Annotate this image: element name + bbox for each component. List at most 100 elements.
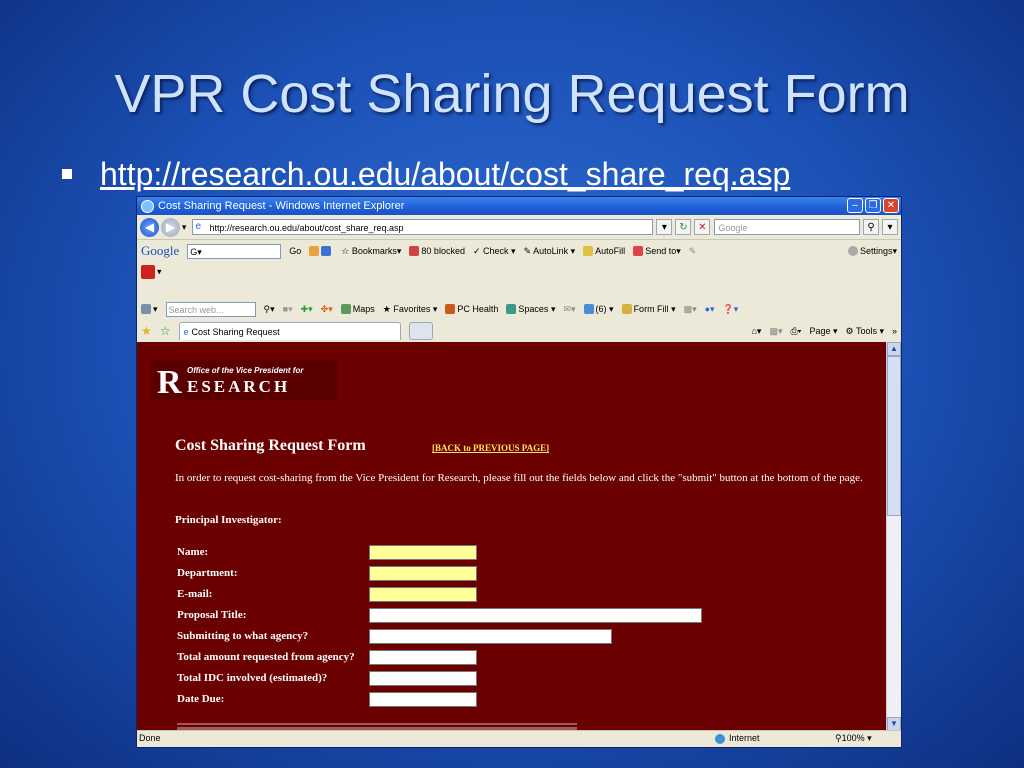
feeds-icon[interactable]: ▩▾: [769, 326, 782, 337]
back-to-previous-link[interactable]: [BACK to PREVIOUS PAGE]: [432, 443, 549, 453]
department-label: Department:: [177, 567, 238, 579]
department-field[interactable]: [369, 566, 477, 581]
tab-page-icon: e: [183, 326, 189, 337]
address-toolbar: ◀ ▶ ▾ e http://research.ou.edu/about/cos…: [137, 215, 901, 240]
pdf-icon[interactable]: ▾: [141, 265, 162, 279]
status-bar: Done Internet ⚲100% ▾: [137, 730, 901, 747]
vertical-scrollbar[interactable]: ▲ ▼: [886, 342, 901, 731]
google-settings-button[interactable]: Settings▾: [847, 246, 897, 257]
highlight-icon[interactable]: ■▾: [283, 304, 293, 315]
news-icon[interactable]: [309, 246, 320, 257]
contacts-button[interactable]: (6) ▾: [583, 304, 614, 315]
mail-icon[interactable]: ✉▾: [563, 304, 575, 315]
agency-label: Submitting to what agency?: [177, 630, 309, 642]
google-logo: Google: [141, 243, 180, 258]
email-label: E-mail:: [177, 588, 213, 600]
google-go-button[interactable]: Go: [289, 246, 301, 256]
idc-field[interactable]: [369, 671, 477, 686]
pen-icon[interactable]: ✎: [689, 246, 697, 257]
window-title: Cost Sharing Request - Windows Internet …: [158, 200, 405, 212]
name-label: Name:: [177, 546, 209, 558]
add-icon[interactable]: ✚▾: [301, 304, 313, 315]
date-due-label: Date Due:: [177, 693, 225, 705]
home-icon[interactable]: ⌂▾: [751, 326, 761, 337]
search-input[interactable]: Google: [714, 219, 861, 235]
formfill-button[interactable]: Form Fill ▾: [621, 304, 676, 315]
more-commands-button[interactable]: »: [892, 326, 897, 336]
close-button[interactable]: ✕: [883, 198, 899, 213]
add-favorite-icon[interactable]: ☆: [160, 324, 171, 338]
pchealth-button[interactable]: PC Health: [445, 304, 498, 315]
autofill-button[interactable]: AutoFill: [583, 246, 625, 257]
help-icon[interactable]: ❓▾: [723, 304, 739, 315]
minimize-button[interactable]: –: [847, 198, 863, 213]
msn-search-input[interactable]: Search web...: [165, 301, 256, 317]
extra-toolbar: ▾: [137, 262, 901, 298]
spaces-button[interactable]: Spaces ▾: [506, 304, 555, 315]
email-field[interactable]: [369, 587, 477, 602]
intro-text: In order to request cost-sharing from th…: [175, 472, 863, 484]
security-zone: Internet: [715, 733, 760, 744]
ie-icon: [141, 199, 154, 213]
search-options-icon[interactable]: ▾: [882, 219, 898, 235]
maximize-button[interactable]: ❐: [865, 198, 881, 213]
bullet-item: http://research.ou.edu/about/cost_share_…: [62, 152, 790, 196]
zoom-level[interactable]: ⚲100% ▾: [835, 733, 872, 744]
popup-blocked-button[interactable]: 80 blocked: [409, 246, 465, 257]
address-dropdown-icon[interactable]: ▾: [656, 219, 673, 235]
scroll-thumb[interactable]: [887, 356, 901, 516]
sendto-button[interactable]: Send to▾: [633, 246, 681, 257]
butterfly-icon[interactable]: ✤▾: [321, 304, 333, 315]
tab-label: Cost Sharing Request: [191, 326, 280, 337]
url-link[interactable]: http://research.ou.edu/about/cost_share_…: [100, 156, 790, 193]
tab-cost-sharing-request[interactable]: e Cost Sharing Request: [178, 322, 401, 340]
idc-label: Total IDC involved (estimated)?: [177, 672, 328, 684]
new-tab-button[interactable]: [408, 322, 433, 340]
print-icon[interactable]: ⎙▾: [790, 326, 801, 337]
back-button[interactable]: ◀: [140, 217, 159, 237]
history-dropdown-icon[interactable]: ▾: [182, 222, 187, 233]
spell-check-button[interactable]: ✓ Check ▾: [473, 246, 516, 257]
slide-title: VPR Cost Sharing Request Form: [114, 64, 910, 124]
window-titlebar: Cost Sharing Request - Windows Internet …: [137, 197, 901, 215]
page-content: R Office of the Vice President for ESEAR…: [137, 342, 887, 731]
page-menu[interactable]: Page ▾: [809, 326, 837, 337]
amount-requested-field[interactable]: [369, 650, 477, 665]
autolink-button[interactable]: ✎ AutoLink ▾: [524, 246, 576, 257]
forward-button[interactable]: ▶: [160, 217, 180, 237]
google-search-input[interactable]: G▾: [187, 243, 282, 259]
bullet-marker: [62, 169, 72, 179]
page-icon: e: [195, 221, 201, 232]
messenger-icon[interactable]: ●▾: [705, 304, 715, 315]
address-input[interactable]: e http://research.ou.edu/about/cost_shar…: [192, 219, 654, 235]
refresh-icon[interactable]: ↻: [675, 219, 692, 235]
favorites-button[interactable]: ★ Favorites ▾: [383, 304, 438, 315]
address-text: http://research.ou.edu/about/cost_share_…: [209, 223, 404, 233]
bookmark-star-icon[interactable]: [321, 246, 332, 257]
tab-bar: ★ ☆ e Cost Sharing Request ⌂▾ ▩▾ ⎙▾ Page…: [137, 320, 901, 343]
stop-icon[interactable]: ✕: [694, 219, 711, 235]
google-bookmarks-button[interactable]: ☆ Bookmarks▾: [341, 246, 401, 257]
amount-requested-label: Total amount requested from agency?: [177, 651, 355, 663]
search-icon[interactable]: ⚲: [863, 219, 880, 235]
pi-heading: Principal Investigator:: [175, 514, 282, 526]
maps-button[interactable]: Maps: [340, 304, 375, 315]
scroll-up-icon[interactable]: ▲: [887, 342, 901, 356]
browser-window: Cost Sharing Request - Windows Internet …: [136, 196, 902, 748]
proposal-title-label: Proposal Title:: [177, 609, 247, 621]
date-due-field[interactable]: [369, 692, 477, 707]
msn-icon[interactable]: ▾: [141, 304, 158, 315]
globe-icon: [715, 733, 725, 744]
status-text: Done: [139, 733, 161, 743]
tools-menu[interactable]: ⚙ Tools ▾: [846, 326, 884, 337]
favorites-star-icon[interactable]: ★: [141, 324, 152, 338]
msn-search-icon[interactable]: ⚲▾: [264, 304, 275, 315]
scroll-down-icon[interactable]: ▼: [887, 717, 901, 731]
google-toolbar: Google G▾ Go ☆ Bookmarks▾ 80 blocked ✓ C…: [137, 240, 901, 262]
vpr-research-logo: R Office of the Vice President for ESEAR…: [151, 360, 337, 401]
agency-field[interactable]: [369, 629, 612, 644]
rss-icon[interactable]: ▩▾: [684, 304, 697, 315]
proposal-title-field[interactable]: [369, 608, 702, 623]
form-title: Cost Sharing Request Form: [175, 437, 366, 454]
name-field[interactable]: [369, 545, 477, 560]
